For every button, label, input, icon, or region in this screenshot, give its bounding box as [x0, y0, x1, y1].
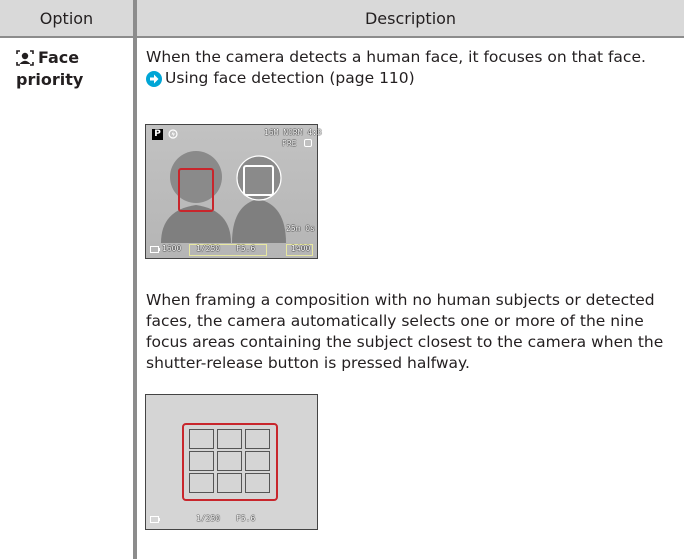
focus-area-cell [245, 429, 270, 449]
battery-icon [150, 516, 160, 523]
focus-area-cell [217, 473, 242, 493]
header-description-label: Description [364, 8, 457, 28]
header-rule [0, 36, 684, 38]
description-paragraph-2: When framing a composition with no human… [146, 290, 666, 374]
focus-area-screen: 1/250 F5.6 [145, 394, 318, 530]
auto-area-text: When framing a composition with no human… [146, 291, 664, 372]
header-description: Description [137, 0, 684, 36]
frames-remaining-readout: 1400 [291, 244, 311, 253]
face-priority-icon [16, 50, 34, 66]
shutter-readout: 1/250 [196, 514, 221, 523]
face-detection-text: When the camera detects a human face, it… [146, 48, 646, 66]
option-label-line2: priority [16, 70, 84, 89]
option-label-line1: Face [38, 48, 80, 67]
primary-face-focus-frame [178, 168, 214, 212]
battery-icon [150, 246, 160, 253]
secondary-face-frame [243, 165, 274, 196]
focus-area-cell [217, 429, 242, 449]
subjects-silhouette [161, 151, 286, 243]
aperture-readout: F5.6 [236, 514, 256, 523]
focus-area-cell [189, 451, 214, 471]
cross-reference-text[interactable]: Using face detection (page 110) [165, 68, 415, 89]
cross-reference-link[interactable]: Using face detection (page 110) [146, 68, 666, 89]
header-option-label: Option [39, 8, 94, 28]
remaining-time-readout: 25m 0s [286, 224, 315, 233]
focus-area-cell [245, 473, 270, 493]
option-name: Face priority [16, 47, 128, 91]
focus-area-cell [217, 451, 242, 471]
focus-area-cell [189, 429, 214, 449]
header-option: Option [0, 0, 133, 36]
description-paragraph-1: When the camera detects a human face, it… [146, 47, 666, 89]
iso-readout: 1600 [162, 244, 182, 253]
shutter-readout: 1/250 [196, 244, 221, 253]
face-detection-screen: P 16M NORM 4:3 PRE 25m 0s 1600 1/250 F5.… [145, 124, 322, 259]
focus-area-frame [182, 423, 278, 501]
focus-area-cell [189, 473, 214, 493]
column-divider [133, 0, 137, 559]
focus-area-cell [245, 451, 270, 471]
aperture-readout: F5.6 [236, 244, 256, 253]
arrow-right-circle-icon [146, 70, 162, 87]
